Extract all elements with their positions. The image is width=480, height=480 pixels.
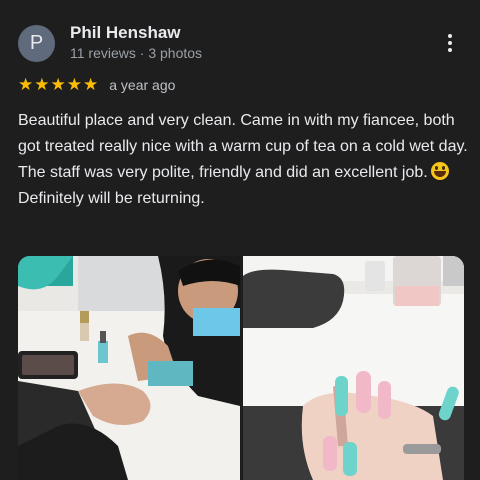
review-photo-1[interactable] xyxy=(18,256,240,480)
review-body: Beautiful place and very clean. Came in … xyxy=(18,112,468,181)
star-icon: ★ xyxy=(18,75,34,94)
nail-salon-photo-image xyxy=(18,256,240,480)
grinning-face-with-tongue-emoji-icon xyxy=(430,162,449,180)
review-photo-2[interactable] xyxy=(243,256,464,480)
reviewer-name[interactable]: Phil Henshaw xyxy=(70,23,181,43)
reviewer-meta: 11 reviews · 3 photos xyxy=(70,45,203,61)
avatar-initial: P xyxy=(29,32,44,54)
reviewer-avatar[interactable]: P xyxy=(18,25,55,62)
star-icon: ★ xyxy=(34,75,50,94)
more-options-button[interactable] xyxy=(440,32,460,56)
finished-nails-photo-image xyxy=(243,256,464,480)
star-icon: ★ xyxy=(50,75,66,94)
star-rating: ★ ★ ★ ★ ★ xyxy=(18,75,99,95)
review-time: a year ago xyxy=(109,77,176,93)
more-vert-icon xyxy=(448,34,452,38)
rating-row: ★ ★ ★ ★ ★ a year ago xyxy=(18,75,175,95)
review-followup: Definitely will be returning. xyxy=(18,190,205,207)
review-text: Beautiful place and very clean. Came in … xyxy=(18,108,473,212)
star-icon: ★ xyxy=(83,75,99,94)
star-icon: ★ xyxy=(66,75,82,94)
